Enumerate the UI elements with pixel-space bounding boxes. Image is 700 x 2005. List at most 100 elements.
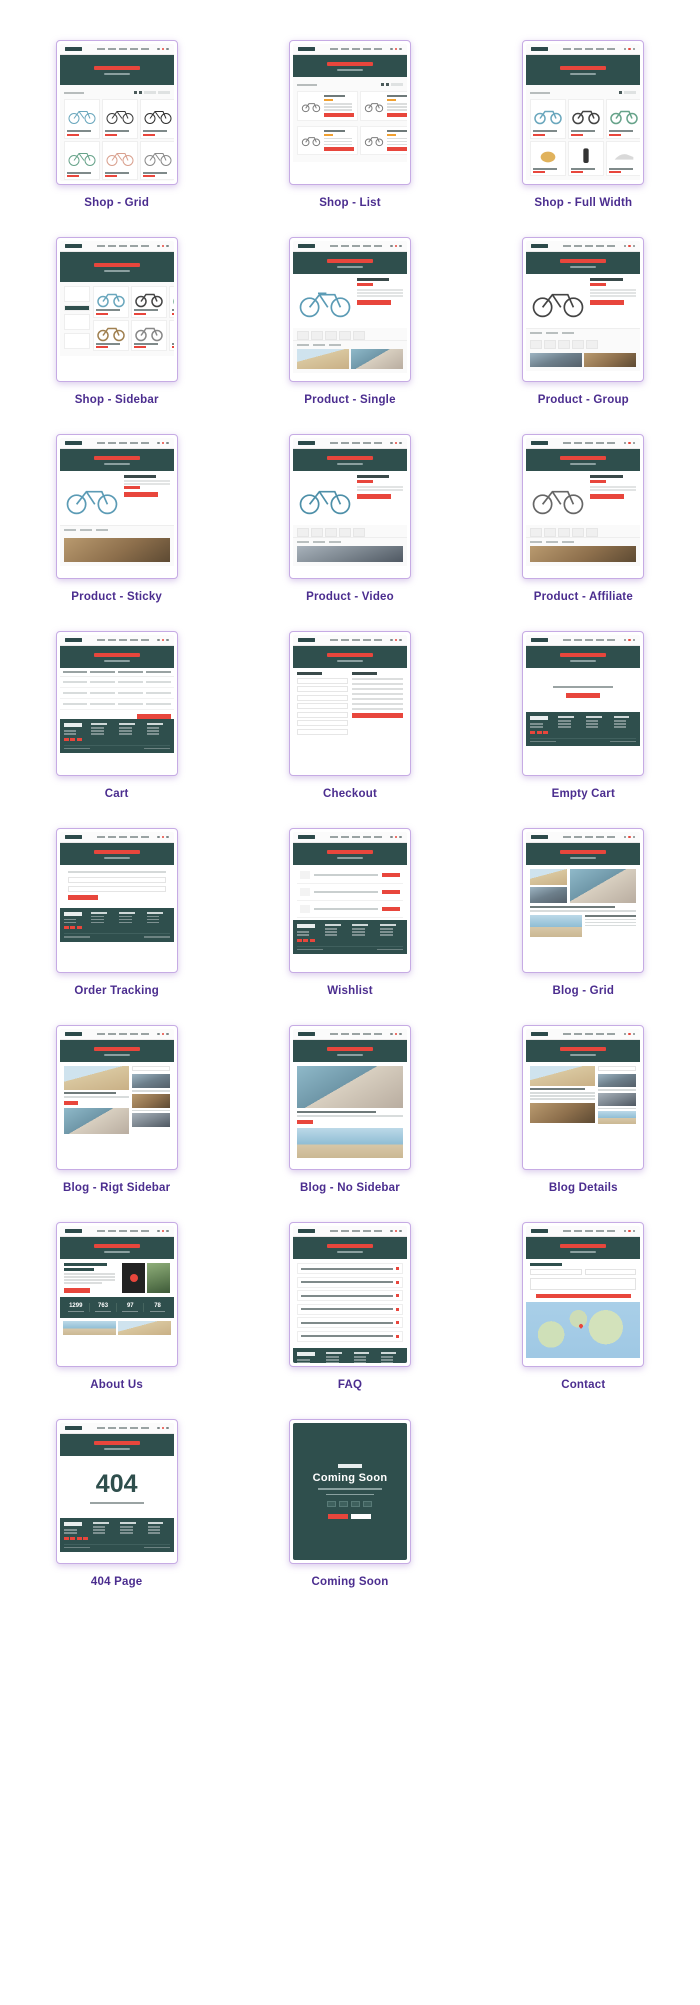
article-sidebar[interactable] bbox=[598, 1066, 637, 1124]
add-to-cart-button[interactable] bbox=[123, 492, 158, 497]
showcase-item-shop-list[interactable]: Shop - List bbox=[233, 40, 466, 237]
thumbnail-frame[interactable] bbox=[55, 631, 178, 776]
filter-block[interactable] bbox=[63, 314, 90, 330]
blog-sidebar-column[interactable] bbox=[131, 1066, 170, 1134]
showcase-item-empty-cart[interactable]: Empty Cart bbox=[467, 631, 700, 828]
product-card[interactable] bbox=[568, 99, 605, 139]
list-item[interactable] bbox=[359, 91, 407, 121]
related-products[interactable] bbox=[526, 340, 640, 349]
name-input[interactable] bbox=[530, 1269, 582, 1275]
thumbnail-frame[interactable] bbox=[522, 434, 645, 579]
cart-row[interactable] bbox=[59, 699, 174, 710]
showcase-item-product-video[interactable]: Product - Video bbox=[233, 434, 466, 631]
showcase-item-blog-grid[interactable]: Blog - Grid bbox=[467, 828, 700, 1025]
product-card[interactable] bbox=[139, 99, 174, 139]
product-card[interactable] bbox=[139, 140, 174, 180]
send-message-button[interactable] bbox=[535, 1294, 631, 1298]
add-to-cart-button[interactable] bbox=[356, 493, 391, 499]
faq-item[interactable] bbox=[296, 1263, 403, 1274]
thumbnail-frame[interactable] bbox=[288, 434, 411, 579]
thumbnail-frame[interactable]: Coming Soon bbox=[288, 1419, 411, 1564]
learn-more-button[interactable] bbox=[63, 1287, 90, 1293]
showcase-item-shop-sidebar[interactable]: Shop - Sidebar bbox=[0, 237, 233, 434]
thumbnail-frame[interactable] bbox=[522, 1025, 645, 1170]
showcase-item-shop-full-width[interactable]: Shop - Full Width bbox=[467, 40, 700, 237]
product-card[interactable] bbox=[168, 286, 174, 318]
add-to-cart-button[interactable] bbox=[381, 873, 400, 877]
thumbnail-frame[interactable]: 1299 763 97 78 bbox=[55, 1222, 178, 1367]
thumbnail-frame[interactable] bbox=[522, 631, 645, 776]
add-to-cart-button[interactable] bbox=[381, 890, 400, 894]
about-video[interactable] bbox=[122, 1263, 145, 1293]
order-id-input[interactable] bbox=[67, 876, 166, 883]
filter-block[interactable] bbox=[63, 286, 90, 302]
thumbnail-frame[interactable] bbox=[288, 631, 411, 776]
thumbnail-frame[interactable] bbox=[55, 1025, 178, 1170]
product-card[interactable] bbox=[63, 99, 100, 139]
thumbnail-frame[interactable]: 404 bbox=[55, 1419, 178, 1564]
product-card[interactable] bbox=[101, 140, 138, 180]
product-thumbnails[interactable] bbox=[293, 331, 407, 340]
expand-icon[interactable] bbox=[395, 1267, 399, 1270]
product-video-player[interactable] bbox=[297, 475, 353, 521]
add-to-cart-button[interactable] bbox=[590, 299, 625, 305]
billing-form[interactable] bbox=[296, 672, 348, 735]
product-tabs[interactable] bbox=[292, 537, 407, 546]
showcase-item-wishlist[interactable]: Wishlist bbox=[233, 828, 466, 1025]
product-card[interactable] bbox=[63, 140, 100, 180]
showcase-item-product-sticky[interactable]: Product - Sticky bbox=[0, 434, 233, 631]
cart-row[interactable] bbox=[59, 688, 174, 699]
showcase-item-about-us[interactable]: 1299 763 97 78 About Us bbox=[0, 1222, 233, 1419]
list-item[interactable] bbox=[359, 125, 407, 155]
showcase-item-product-affiliate[interactable]: Product - Affiliate bbox=[467, 434, 700, 631]
sidebar-search-input[interactable] bbox=[598, 1066, 637, 1071]
product-tabs[interactable] bbox=[526, 328, 641, 337]
showcase-item-product-single[interactable]: Product - Single bbox=[233, 237, 466, 434]
thumbnail-frame[interactable] bbox=[55, 828, 178, 973]
product-card[interactable] bbox=[101, 99, 138, 139]
showcase-item-blog-no-sidebar[interactable]: Blog - No Sidebar bbox=[233, 1025, 466, 1222]
product-card[interactable] bbox=[606, 140, 641, 176]
cart-row[interactable] bbox=[59, 677, 174, 688]
return-to-shop-button[interactable] bbox=[566, 693, 601, 698]
thumbnail-frame[interactable] bbox=[288, 828, 411, 973]
expand-icon[interactable] bbox=[395, 1334, 399, 1338]
product-thumbnails[interactable] bbox=[526, 528, 640, 537]
message-textarea[interactable] bbox=[530, 1278, 637, 1290]
showcase-item-404-page[interactable]: 404 404 Page bbox=[0, 1419, 233, 1616]
thumbnail-frame[interactable] bbox=[55, 40, 178, 185]
email-input[interactable] bbox=[584, 1269, 637, 1275]
filter-block[interactable] bbox=[63, 333, 90, 349]
product-card[interactable] bbox=[92, 286, 129, 318]
buy-external-button[interactable] bbox=[590, 493, 625, 499]
showcase-item-blog-right-sidebar[interactable]: Blog - Rigt Sidebar bbox=[0, 1025, 233, 1222]
showcase-item-order-tracking[interactable]: Order Tracking bbox=[0, 828, 233, 1025]
billing-email-input[interactable] bbox=[67, 885, 166, 892]
read-more-button[interactable] bbox=[63, 1100, 78, 1105]
product-card[interactable] bbox=[130, 286, 167, 318]
product-card[interactable] bbox=[92, 319, 129, 351]
faq-item[interactable] bbox=[296, 1276, 403, 1288]
showcase-item-contact[interactable]: Contact bbox=[467, 1222, 700, 1419]
contact-map[interactable] bbox=[526, 1302, 641, 1358]
showcase-item-shop-grid[interactable]: Shop - Grid bbox=[0, 40, 233, 237]
showcase-item-checkout[interactable]: Checkout bbox=[233, 631, 466, 828]
read-more-button[interactable] bbox=[296, 1119, 313, 1124]
thumbnail-frame[interactable] bbox=[522, 40, 645, 185]
faq-item[interactable] bbox=[296, 1290, 403, 1301]
thumbnail-frame[interactable] bbox=[288, 40, 411, 185]
expand-icon[interactable] bbox=[395, 1307, 399, 1311]
thumbnail-frame[interactable] bbox=[522, 828, 645, 973]
expand-icon[interactable] bbox=[395, 1280, 399, 1284]
track-button[interactable] bbox=[67, 894, 98, 900]
product-tabs[interactable] bbox=[526, 537, 641, 546]
product-thumbnails[interactable] bbox=[293, 528, 407, 537]
showcase-item-blog-details[interactable]: Blog Details bbox=[467, 1025, 700, 1222]
thumbnail-frame[interactable] bbox=[55, 434, 178, 579]
expand-icon[interactable] bbox=[395, 1321, 399, 1324]
list-item[interactable] bbox=[296, 125, 358, 155]
place-order-button[interactable] bbox=[351, 712, 403, 718]
product-card[interactable] bbox=[568, 140, 605, 176]
add-to-cart-button[interactable] bbox=[356, 299, 391, 305]
shop-filter-sidebar[interactable] bbox=[63, 286, 90, 352]
